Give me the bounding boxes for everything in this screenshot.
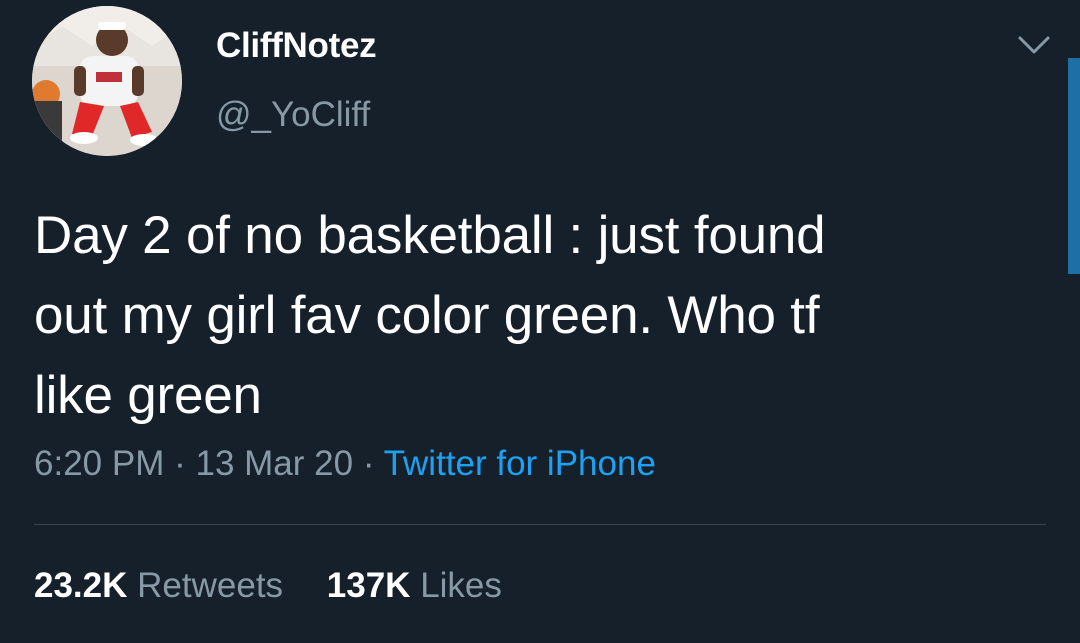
tweet-meta: 6:20 PM · 13 Mar 20 · Twitter for iPhone (34, 444, 656, 484)
meta-separator: · (362, 444, 375, 483)
tweet-date[interactable]: 13 Mar 20 (195, 444, 353, 483)
avatar-photo (32, 6, 182, 156)
scrollbar-accent (1068, 58, 1080, 274)
chevron-down-icon[interactable] (1014, 30, 1054, 60)
tweet-source-link[interactable]: Twitter for iPhone (384, 444, 656, 483)
likes-label: Likes (420, 566, 502, 605)
tweet-detail: CliffNotez @_YoCliff Day 2 of no basketb… (0, 0, 1080, 643)
likes-count: 137K (326, 566, 411, 605)
avatar[interactable] (32, 6, 182, 156)
meta-separator: · (174, 444, 186, 483)
tweet-text: Day 2 of no basketball : just found out … (34, 206, 826, 425)
retweets-label: Retweets (137, 566, 284, 605)
tweet-time[interactable]: 6:20 PM (34, 444, 164, 483)
author-display-name[interactable]: CliffNotez (216, 26, 377, 66)
author-handle[interactable]: @_YoCliff (216, 95, 370, 135)
tweet-stats: 23.2K Retweets 137K Likes (34, 566, 536, 606)
divider (34, 524, 1046, 525)
retweets-count: 23.2K (34, 566, 128, 605)
likes-stat[interactable]: 137K Likes (327, 566, 502, 606)
retweets-stat[interactable]: 23.2K Retweets (34, 566, 283, 606)
